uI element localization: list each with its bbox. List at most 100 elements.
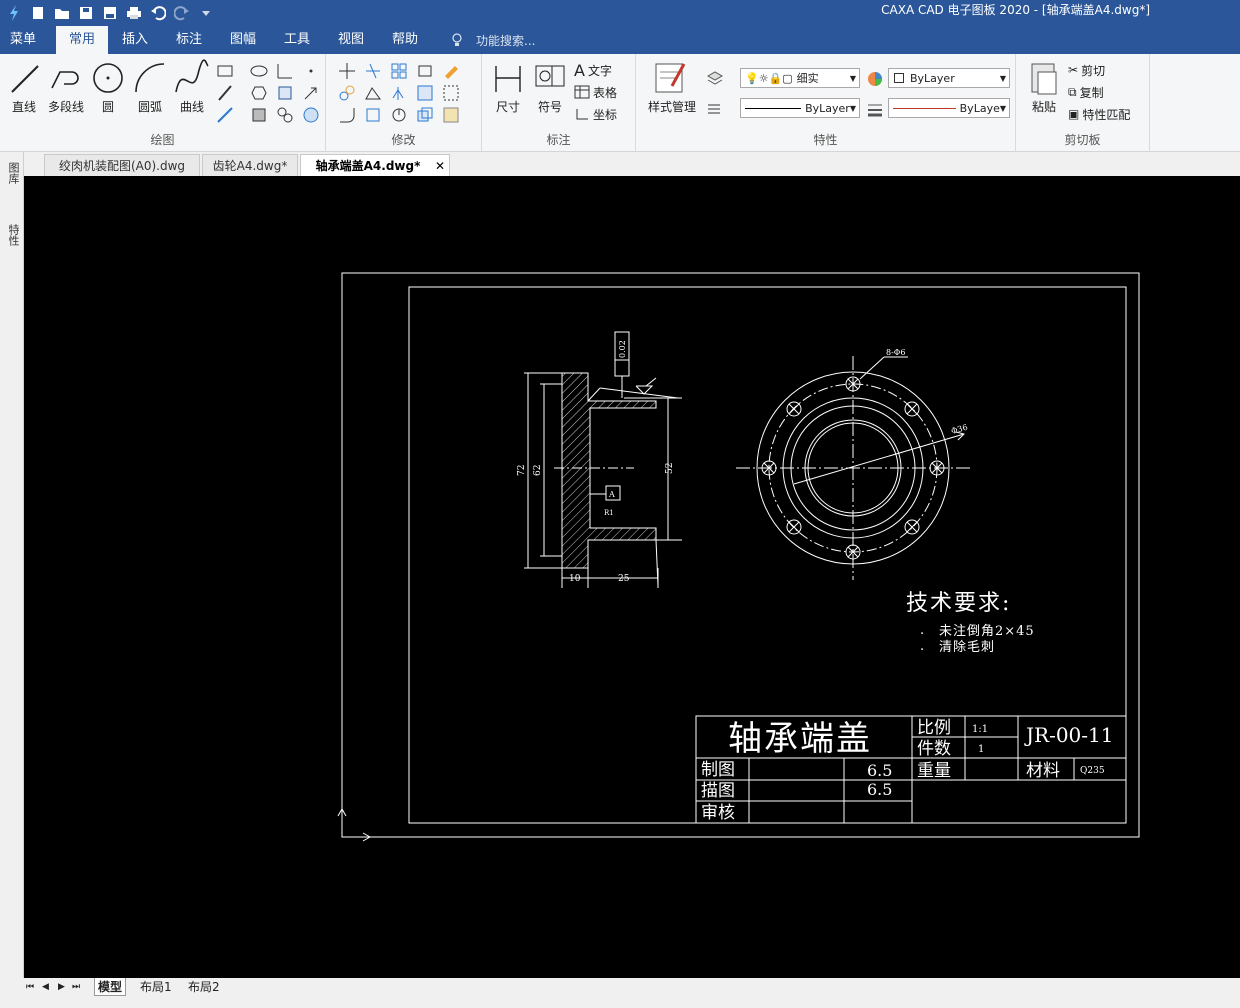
copy-object-icon[interactable] bbox=[338, 84, 356, 102]
array-icon[interactable] bbox=[390, 62, 408, 80]
quick-access-toolbar bbox=[0, 0, 216, 26]
arrow-icon[interactable] bbox=[302, 84, 320, 102]
arc-button[interactable]: 圆弧 bbox=[130, 58, 170, 128]
drawing-canvas[interactable]: 72 62 52 10 25 0.02 A R1 8-Φ6 Φ36 技术要求: bbox=[24, 176, 1240, 978]
circle-icon bbox=[93, 63, 123, 93]
point-icon[interactable] bbox=[302, 62, 320, 80]
dimension-button[interactable]: 尺寸 bbox=[488, 58, 528, 128]
color-combo[interactable]: ByLayer ▼ bbox=[888, 68, 1010, 88]
ellipse-icon[interactable] bbox=[250, 62, 268, 80]
chevron-down-icon: ▼ bbox=[999, 103, 1006, 113]
scissors-icon: ✂ bbox=[1068, 63, 1079, 77]
print-icon[interactable] bbox=[124, 3, 144, 23]
draw-group-label: 绘图 bbox=[150, 133, 175, 147]
annotate-group-label: 标注 bbox=[546, 133, 571, 147]
color-wheel-icon[interactable] bbox=[866, 70, 884, 88]
qty-label: 件数 bbox=[917, 739, 951, 759]
text-button[interactable]: A 文字 bbox=[574, 60, 612, 80]
fillet-icon[interactable] bbox=[338, 106, 356, 124]
mirror-icon[interactable] bbox=[390, 84, 408, 102]
tab-sheet[interactable]: 图幅 bbox=[220, 26, 266, 54]
doc-tab-active[interactable]: 轴承端盖A4.dwg* ✕ bbox=[300, 154, 450, 176]
style-manager-button[interactable]: 样式管理 bbox=[648, 58, 696, 128]
stretch-icon[interactable] bbox=[364, 84, 382, 102]
linetype-icon[interactable] bbox=[706, 100, 724, 118]
layer-manager-icon[interactable] bbox=[706, 70, 724, 88]
clipboard-group: 粘贴 ✂ 剪切 ⧉ 复制 ▣ 特性匹配 剪切板 bbox=[1016, 54, 1150, 152]
break-icon[interactable] bbox=[364, 106, 382, 124]
match-properties-button[interactable]: ▣ 特性匹配 bbox=[1068, 104, 1130, 124]
layout-tab-2[interactable]: 布局2 bbox=[188, 978, 220, 996]
curve-button[interactable]: 曲线 bbox=[172, 58, 212, 128]
layout-tab-1[interactable]: 布局1 bbox=[140, 978, 172, 996]
tab-help[interactable]: 帮助 bbox=[382, 26, 428, 54]
cut-button[interactable]: ✂ 剪切 bbox=[1068, 60, 1105, 80]
region-icon[interactable] bbox=[302, 106, 320, 124]
lineweight-combo[interactable]: ByLaye ▼ bbox=[888, 98, 1010, 118]
erase-icon[interactable] bbox=[442, 62, 460, 80]
section-view bbox=[524, 331, 682, 588]
line-icon bbox=[11, 65, 39, 93]
properties-tab[interactable]: 特性 bbox=[3, 224, 21, 246]
library-tab[interactable]: 图库 bbox=[3, 162, 21, 184]
construction-line-icon[interactable] bbox=[216, 106, 234, 124]
doc-tab[interactable]: 绞肉机装配图(A0).dwg bbox=[44, 154, 200, 176]
center-line-icon[interactable] bbox=[276, 84, 294, 102]
rectangle-icon[interactable] bbox=[216, 62, 234, 80]
hatch-icon[interactable] bbox=[250, 106, 268, 124]
tab-annotate[interactable]: 标注 bbox=[166, 26, 212, 54]
top-view bbox=[736, 356, 972, 580]
linetype-combo[interactable]: ByLayer ▼ bbox=[740, 98, 860, 118]
app-logo-icon[interactable] bbox=[4, 3, 24, 23]
tab-view[interactable]: 视图 bbox=[328, 26, 374, 54]
copy-button[interactable]: ⧉ 复制 bbox=[1068, 82, 1104, 102]
edit-icon[interactable] bbox=[442, 106, 460, 124]
layer-value: 细实 bbox=[796, 72, 819, 85]
circle-button[interactable]: 圆 bbox=[88, 58, 128, 128]
paste-button[interactable]: 粘贴 bbox=[1024, 58, 1064, 128]
last-layout-icon[interactable]: ⏭ bbox=[72, 978, 80, 996]
polygon-icon[interactable] bbox=[250, 84, 268, 102]
trim-icon[interactable] bbox=[364, 62, 382, 80]
hatch-line-icon[interactable] bbox=[216, 84, 234, 102]
next-layout-icon[interactable]: ▶ bbox=[58, 978, 65, 996]
rotate-icon[interactable] bbox=[390, 106, 408, 124]
angle-icon[interactable] bbox=[276, 62, 294, 80]
undo-icon[interactable] bbox=[148, 3, 168, 23]
customize-qat-icon[interactable] bbox=[196, 3, 216, 23]
layout-tab-model[interactable]: 模型 bbox=[94, 978, 127, 996]
line-button[interactable]: 直线 bbox=[4, 58, 44, 128]
new-file-icon[interactable] bbox=[28, 3, 48, 23]
open-file-icon[interactable] bbox=[52, 3, 72, 23]
close-icon[interactable]: ✕ bbox=[435, 155, 445, 177]
move-icon[interactable] bbox=[338, 62, 356, 80]
symbol-button[interactable]: 符号 bbox=[530, 58, 570, 128]
menu-main[interactable]: 菜单 bbox=[0, 26, 46, 54]
tab-home[interactable]: 常用 bbox=[56, 26, 108, 54]
coordinate-button[interactable]: 坐标 bbox=[574, 104, 617, 124]
save-as-icon[interactable] bbox=[100, 3, 120, 23]
scale-icon[interactable] bbox=[416, 84, 434, 102]
polyline-button[interactable]: 多段线 bbox=[46, 58, 86, 128]
lineweight-icon[interactable] bbox=[866, 100, 884, 118]
doc-tab[interactable]: 齿轮A4.dwg* bbox=[202, 154, 298, 176]
function-search[interactable]: 功能搜索... bbox=[450, 26, 535, 54]
tab-insert[interactable]: 插入 bbox=[112, 26, 158, 54]
prev-layout-icon[interactable]: ◀ bbox=[42, 978, 49, 996]
table-button[interactable]: 表格 bbox=[574, 82, 617, 102]
redo-icon[interactable] bbox=[172, 3, 192, 23]
dim-52: 52 bbox=[665, 463, 675, 474]
dimension-label: 尺寸 bbox=[495, 100, 520, 114]
layer-combo[interactable]: 💡☼🔒▢ 细实 ▼ bbox=[740, 68, 860, 88]
block-icon[interactable] bbox=[276, 106, 294, 124]
copy-label: 复制 bbox=[1079, 85, 1104, 100]
save-icon[interactable] bbox=[76, 3, 96, 23]
scale-label: 比例 bbox=[917, 718, 951, 738]
color-value: ByLayer bbox=[910, 71, 955, 85]
tab-tools[interactable]: 工具 bbox=[274, 26, 320, 54]
explode-icon[interactable] bbox=[442, 84, 460, 102]
first-layout-icon[interactable]: ⏮ bbox=[26, 978, 34, 996]
extend-icon[interactable] bbox=[416, 106, 434, 124]
offset-icon[interactable] bbox=[416, 62, 434, 80]
scale-value: 1:1 bbox=[972, 724, 988, 735]
